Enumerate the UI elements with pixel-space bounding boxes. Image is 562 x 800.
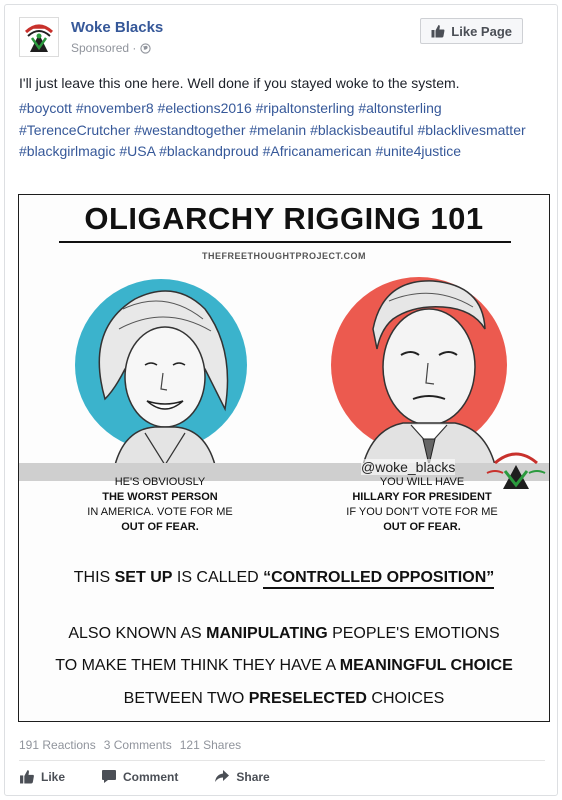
thumbs-up-icon (20, 770, 34, 784)
message-line-3: TO MAKE THEM THINK THEY HAVE A MEANINGFU… (19, 657, 549, 675)
hashtag-link[interactable]: #melanin (249, 122, 310, 138)
shares-count[interactable]: 121 Shares (180, 738, 241, 752)
left-caption-line: OUT OF FEAR. (121, 521, 199, 533)
hashtag-link[interactable]: #ripaltonsterling (256, 100, 359, 116)
like-button[interactable]: Like (19, 769, 65, 784)
comments-count[interactable]: 3 Comments (104, 738, 172, 752)
right-caption-line: HILLARY FOR PRESIDENT (352, 491, 492, 503)
hashtag-link[interactable]: #blacklivesmatter (417, 122, 525, 138)
post-actions: Like Comment Share (19, 769, 270, 784)
hashtag-link[interactable]: #blackisbeautiful (310, 122, 417, 138)
left-caption-line: HE'S OBVIOUSLY (114, 476, 206, 488)
hashtag-link[interactable]: #boycott (19, 100, 76, 116)
hashtag-link[interactable]: #elections2016 (158, 100, 256, 116)
hashtag-link[interactable]: #westandtogether (134, 122, 249, 138)
globe-icon[interactable] (140, 42, 152, 54)
engagement-stats: 191 Reactions 3 Comments 121 Shares (19, 738, 241, 752)
left-caption-line: THE WORST PERSON (102, 491, 218, 503)
right-portrait-illustration (362, 280, 496, 465)
woke-blacks-logo-icon (24, 24, 54, 52)
hashtag-link[interactable]: #TerenceCrutcher (19, 122, 134, 138)
hashtag-link[interactable]: #USA (119, 143, 159, 159)
message-line-4: BETWEEN TWO PRESELECTED CHOICES (19, 690, 549, 708)
thumbs-up-icon (431, 25, 445, 38)
hashtag-link[interactable]: #november8 (76, 100, 158, 116)
page-name-link[interactable]: Woke Blacks (71, 19, 163, 36)
message-fragment-emphasis: “CONTROLLED OPPOSITION” (263, 569, 495, 589)
woke-blacks-logo-icon (486, 452, 546, 489)
reactions-count[interactable]: 191 Reactions (19, 738, 96, 752)
hashtag-link[interactable]: #altonsterling (358, 100, 441, 116)
message-fragment: IS CALLED (172, 569, 264, 586)
share-button[interactable]: Share (214, 769, 270, 784)
message-fragment: TO MAKE THEM THINK THEY HAVE A (55, 657, 340, 674)
hashtag-link[interactable]: #Africanamerican (263, 143, 376, 159)
message-fragment: ALSO KNOWN AS (68, 625, 207, 642)
like-label: Like (41, 769, 66, 784)
title-underline (59, 241, 511, 243)
left-portrait-illustration (98, 290, 229, 465)
share-label: Share (236, 769, 270, 784)
right-caption-line: OUT OF FEAR. (383, 521, 461, 533)
message-line-2: ALSO KNOWN AS MANIPULATING PEOPLE'S EMOT… (19, 625, 549, 643)
message-fragment: CHOICES (366, 690, 445, 707)
sponsored-text: Sponsored · (71, 41, 137, 55)
message-fragment: THIS (73, 569, 115, 586)
like-page-button[interactable]: Like Page (420, 18, 523, 44)
message-fragment: BETWEEN TWO (123, 690, 249, 707)
share-arrow-icon (215, 770, 230, 782)
like-page-label: Like Page (451, 23, 512, 39)
post-text: I'll just leave this one here. Well done… (19, 75, 460, 91)
sponsored-label: Sponsored · (71, 41, 152, 55)
actions-divider (19, 760, 545, 761)
account-handle-overlay: @woke_blacks (361, 459, 456, 475)
message-fragment-emphasis: MANIPULATING (206, 625, 328, 642)
post-card: Woke Blacks Sponsored · Like Page I'll j… (4, 4, 558, 796)
hashtag-link[interactable]: #blackandproud (159, 143, 263, 159)
message-line-1: THIS SET UP IS CALLED “CONTROLLED OPPOSI… (19, 569, 549, 589)
image-title: OLIGARCHY RIGGING 101 (84, 201, 484, 236)
comment-icon (102, 770, 117, 783)
hashtag-link[interactable]: #unite4justice (375, 143, 461, 159)
comment-label: Comment (123, 769, 179, 784)
right-caption-line: IF YOU DON'T VOTE FOR ME (346, 506, 498, 518)
hashtag-link[interactable]: #blackgirlmagic (19, 143, 119, 159)
message-fragment-emphasis: SET UP (114, 569, 173, 586)
hashtag-list: #boycott #november8 #elections2016 #ripa… (19, 98, 549, 163)
post-image[interactable]: OLIGARCHY RIGGING 101 THEFREETHOUGHTPROJ… (18, 194, 550, 722)
left-caption: HE'S OBVIOUSLY THE WORST PERSON IN AMERI… (55, 475, 265, 535)
message-fragment: PEOPLE'S EMOTIONS (327, 625, 500, 642)
message-fragment-emphasis: PRESELECTED (248, 690, 367, 707)
comment-button[interactable]: Comment (101, 769, 178, 784)
page-avatar[interactable] (19, 17, 59, 57)
message-fragment-emphasis: MEANINGFUL CHOICE (339, 657, 513, 674)
left-caption-line: IN AMERICA. VOTE FOR ME (87, 506, 233, 518)
